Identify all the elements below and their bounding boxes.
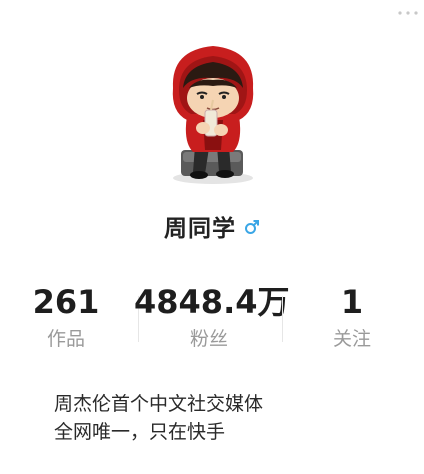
following-label: 关注 (332, 328, 371, 350)
works-count: 261 (32, 283, 100, 321)
more-options-icon[interactable] (397, 9, 419, 17)
name-row: 周同学 (0, 208, 424, 244)
bio-line: 周杰伦首个中文社交媒体 (54, 393, 264, 415)
fans-label: 粉丝 (189, 328, 228, 350)
fans-count: 4848.4万 (134, 283, 290, 321)
stat-following[interactable]: 1 关注 (312, 283, 392, 353)
following-count: 1 (340, 283, 364, 321)
stat-works[interactable]: 261 作品 (22, 283, 110, 353)
male-symbol-icon (245, 220, 259, 234)
stat-divider (282, 296, 283, 342)
avatar[interactable] (143, 38, 283, 188)
stat-fans[interactable]: 4848.4万 粉丝 (134, 283, 290, 353)
profile-bio: 周杰伦首个中文社交媒体 全网唯一，只在快手 (54, 390, 394, 446)
profile-name: 周同学 (164, 216, 236, 242)
bio-line: 全网唯一，只在快手 (54, 421, 226, 443)
works-label: 作品 (46, 328, 85, 350)
cartoon-avatar-icon (172, 46, 254, 184)
profile-page: 周同学 261 作品 4848.4万 粉丝 1 关注 周杰伦首个中文社交媒体 全… (0, 0, 424, 474)
